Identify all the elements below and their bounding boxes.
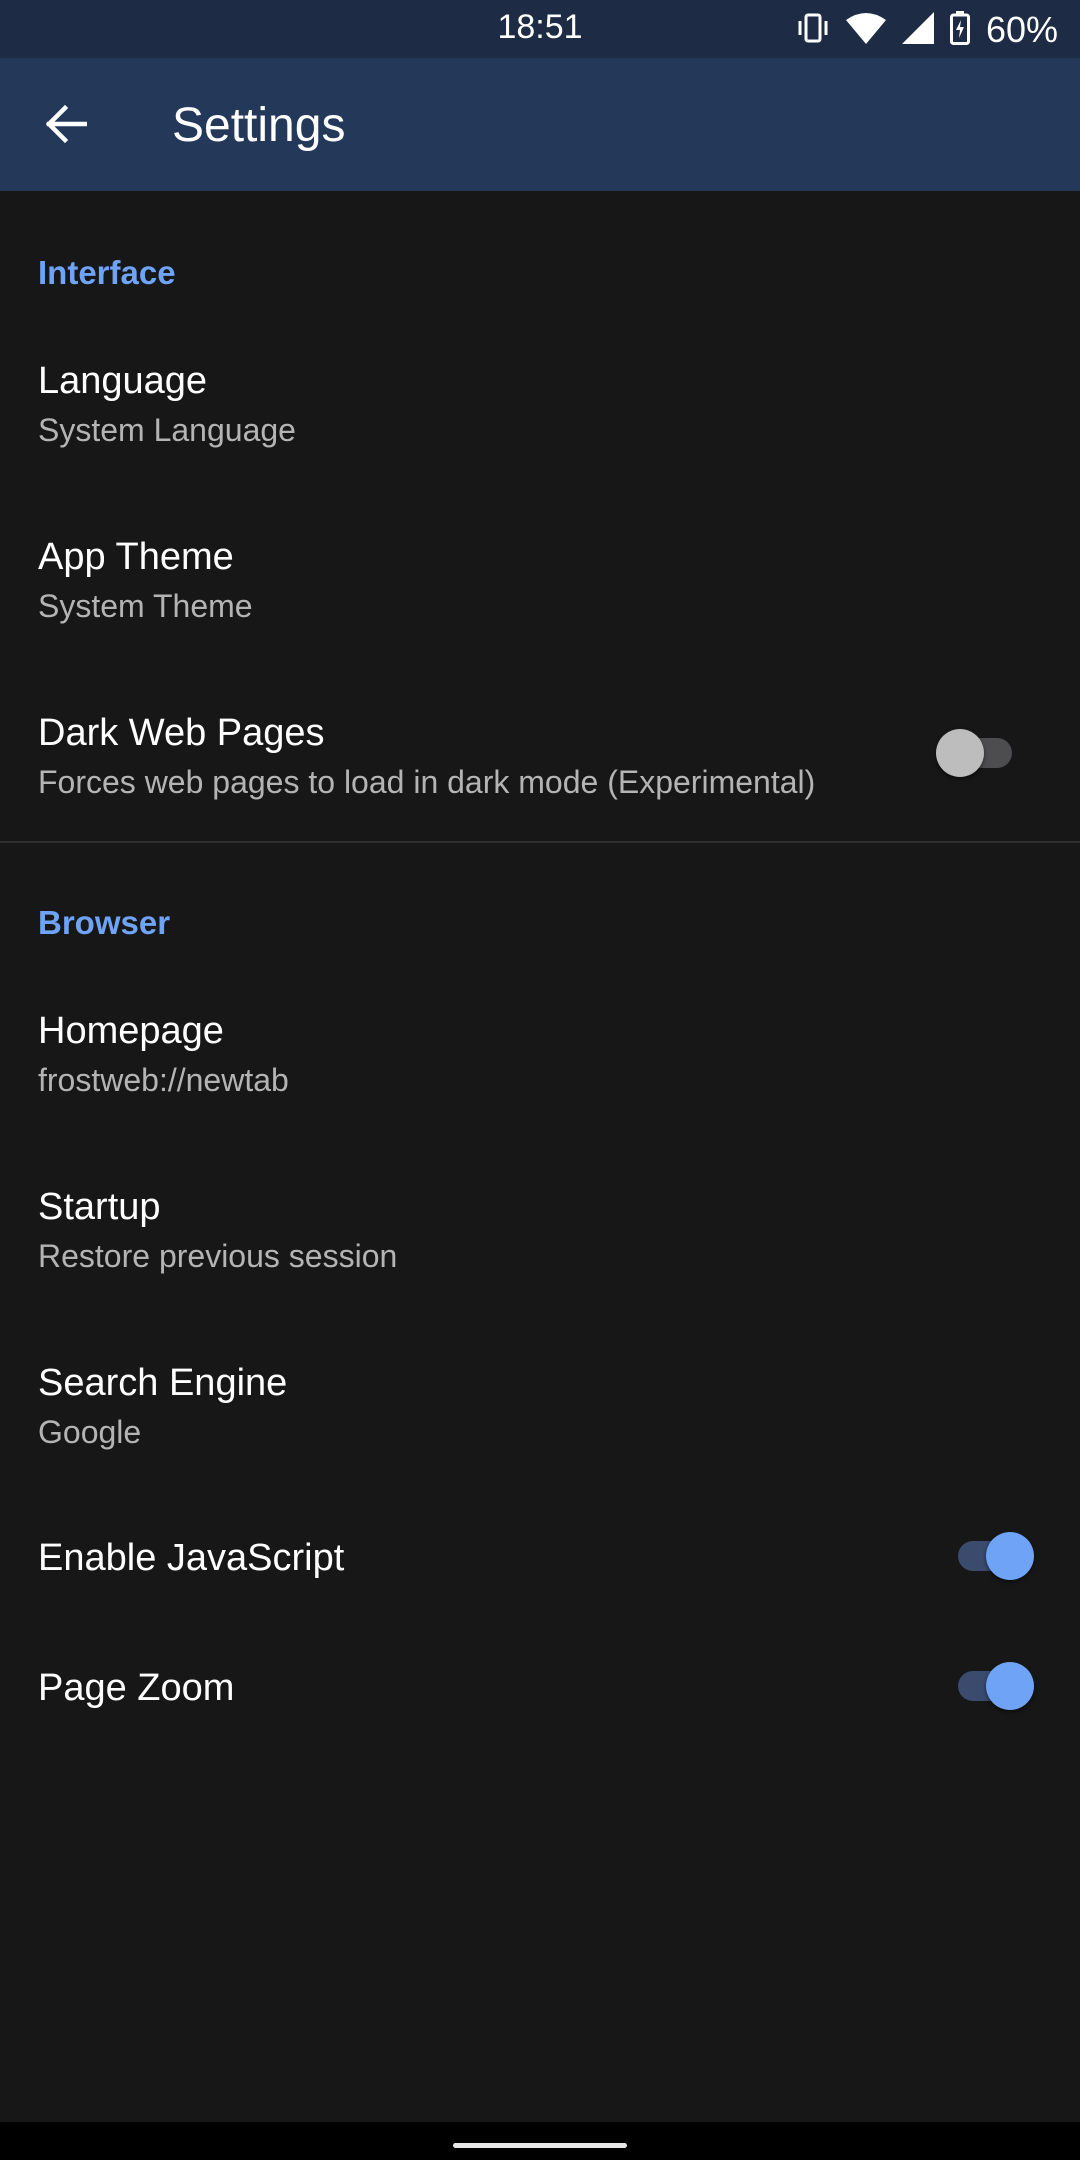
pref-startup[interactable]: Startup Restore previous session bbox=[0, 1156, 1080, 1316]
switch-thumb bbox=[986, 1662, 1034, 1710]
pref-title: App Theme bbox=[38, 536, 234, 578]
switch-thumb bbox=[986, 1532, 1034, 1580]
battery-percentage: 60% bbox=[985, 9, 1058, 50]
home-gesture-handle[interactable] bbox=[453, 2143, 627, 2148]
pref-page-zoom[interactable]: Page Zoom bbox=[0, 1630, 1080, 1750]
arrow-back-icon bbox=[45, 103, 88, 150]
navigation-bar bbox=[0, 2122, 1080, 2160]
pref-title: Search Engine bbox=[38, 1362, 288, 1404]
app-bar: Settings bbox=[0, 58, 1080, 191]
battery-charging-icon bbox=[949, 10, 970, 50]
pref-enable-javascript[interactable]: Enable JavaScript bbox=[0, 1500, 1080, 1620]
pref-search-engine[interactable]: Search Engine Google bbox=[0, 1332, 1080, 1492]
pref-title: Homepage bbox=[38, 1010, 224, 1052]
pref-title: Page Zoom bbox=[38, 1667, 235, 1709]
pref-summary: System Theme bbox=[38, 588, 253, 624]
pref-title: Language bbox=[38, 360, 208, 402]
pref-language[interactable]: Language System Language bbox=[0, 330, 1080, 490]
page-title: Settings bbox=[172, 99, 346, 152]
section-divider bbox=[0, 841, 1080, 843]
page-zoom-switch[interactable] bbox=[954, 1656, 1034, 1716]
settings-screen: 18:51 60% Settings Interface Language Sy… bbox=[0, 0, 1080, 2160]
wifi-icon bbox=[845, 12, 886, 49]
javascript-switch[interactable] bbox=[954, 1526, 1034, 1586]
vibrate-icon bbox=[796, 13, 830, 48]
status-icons: 60% bbox=[796, 8, 1058, 52]
pref-title: Startup bbox=[38, 1186, 161, 1228]
pref-summary: Google bbox=[38, 1414, 142, 1450]
back-button[interactable] bbox=[26, 86, 106, 166]
pref-summary: Forces web pages to load in dark mode (E… bbox=[38, 764, 816, 800]
pref-homepage[interactable]: Homepage frostweb://newtab bbox=[0, 980, 1080, 1140]
pref-dark-web-pages[interactable]: Dark Web Pages Forces web pages to load … bbox=[0, 682, 1080, 842]
pref-summary: System Language bbox=[38, 412, 296, 448]
pref-app-theme[interactable]: App Theme System Theme bbox=[0, 506, 1080, 666]
pref-summary: Restore previous session bbox=[38, 1238, 398, 1274]
pref-summary: frostweb://newtab bbox=[38, 1062, 289, 1098]
section-header-interface: Interface bbox=[38, 254, 176, 291]
section-header-browser: Browser bbox=[38, 904, 171, 941]
status-bar: 18:51 60% bbox=[0, 0, 1080, 58]
switch-thumb bbox=[936, 729, 984, 777]
pref-title: Enable JavaScript bbox=[38, 1537, 345, 1579]
signal-icon bbox=[901, 11, 934, 49]
pref-title: Dark Web Pages bbox=[38, 712, 325, 754]
dark-web-pages-switch[interactable] bbox=[936, 723, 1016, 783]
